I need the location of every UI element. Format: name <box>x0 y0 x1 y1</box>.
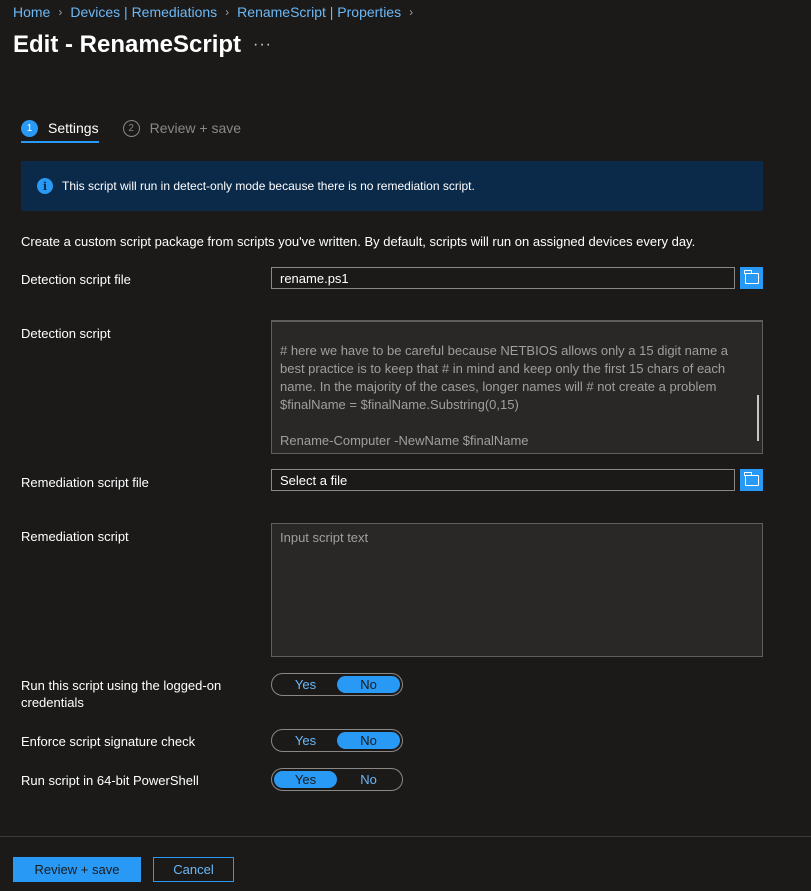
folder-icon <box>744 269 759 284</box>
toggle-no-option[interactable]: No <box>337 732 400 749</box>
review-save-button[interactable]: Review + save <box>13 857 141 882</box>
step-number-badge: 2 <box>122 119 140 137</box>
script-line: Rename-Computer -NewName $finalName <box>280 433 529 448</box>
remediation-script-editor[interactable]: Input script text <box>271 523 763 657</box>
detection-script-editor[interactable]: # here we have to be careful because NET… <box>271 320 763 454</box>
breadcrumb-home-link[interactable]: Home <box>13 4 50 20</box>
remediation-script-label: Remediation script <box>21 529 129 544</box>
breadcrumb-remediations-link[interactable]: Devices | Remediations <box>70 4 217 20</box>
detection-file-input[interactable]: rename.ps1 <box>271 267 735 289</box>
step-number-badge: 1 <box>21 119 38 137</box>
chevron-right-icon: › <box>58 5 63 19</box>
footer-bar: Review + save Cancel <box>0 836 811 891</box>
remediation-browse-button[interactable] <box>740 469 763 491</box>
tab-settings-label: Settings <box>48 120 99 136</box>
toggle-no-option[interactable]: No <box>337 771 400 788</box>
page-description: Create a custom script package from scri… <box>21 234 696 249</box>
editor-scrollbar[interactable] <box>757 395 759 441</box>
toggle-no-option[interactable]: No <box>337 676 400 693</box>
signature-check-label: Enforce script signature check <box>21 734 196 749</box>
info-banner-text: This script will run in detect-only mode… <box>62 179 475 193</box>
more-options-icon[interactable]: ··· <box>253 36 272 54</box>
toggle-yes-option[interactable]: Yes <box>274 676 337 693</box>
wizard-steps: 1 Settings 2 Review + save <box>21 114 265 143</box>
tab-settings[interactable]: 1 Settings <box>21 114 99 143</box>
script-line <box>280 414 738 432</box>
tab-review-save-label: Review + save <box>149 120 242 136</box>
detection-script-label: Detection script <box>21 326 111 341</box>
breadcrumb: Home › Devices | Remediations › RenameSc… <box>13 4 421 20</box>
remediation-file-label: Remediation script file <box>21 475 149 490</box>
breadcrumb-properties-link[interactable]: RenameScript | Properties <box>237 4 401 20</box>
detection-file-label: Detection script file <box>21 272 131 287</box>
info-icon: i <box>37 178 53 194</box>
script-line: # here we have to be careful because NET… <box>280 343 732 412</box>
cancel-button[interactable]: Cancel <box>153 857 234 882</box>
chevron-right-icon: › <box>225 5 230 19</box>
logged-on-credentials-label: Run this script using the logged-on cred… <box>21 678 222 710</box>
64bit-powershell-label: Run script in 64-bit PowerShell <box>21 773 199 788</box>
remediation-file-input[interactable]: Select a file <box>271 469 735 491</box>
64bit-powershell-toggle: Yes No <box>271 768 403 791</box>
chevron-right-icon: › <box>409 5 414 19</box>
signature-check-toggle: Yes No <box>271 729 403 752</box>
toggle-yes-option[interactable]: Yes <box>274 732 337 749</box>
remediation-script-placeholder: Input script text <box>280 530 369 545</box>
info-banner: i This script will run in detect-only mo… <box>21 161 763 211</box>
folder-icon <box>744 471 759 486</box>
logged-on-credentials-toggle: Yes No <box>271 673 403 696</box>
tab-review-save[interactable]: 2 Review + save <box>122 114 242 142</box>
toggle-yes-option[interactable]: Yes <box>274 771 337 788</box>
page-title: Edit - RenameScript <box>13 31 242 58</box>
detection-browse-button[interactable] <box>740 267 763 289</box>
